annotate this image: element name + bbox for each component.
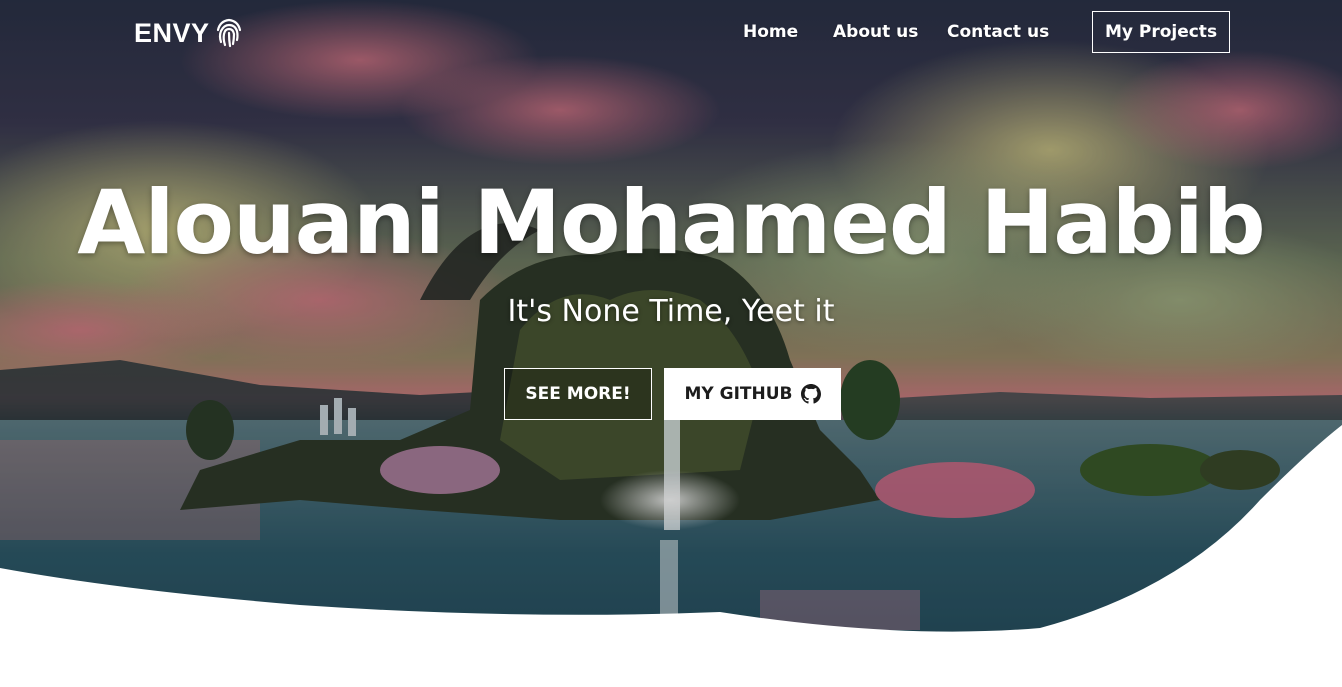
github-icon xyxy=(800,384,821,404)
see-more-label: SEE MORE! xyxy=(525,384,631,404)
see-more-button[interactable]: SEE MORE! xyxy=(504,368,652,420)
brand-name: ENVY xyxy=(134,17,210,48)
bottom-wave-divider xyxy=(0,425,1342,687)
nav-contact-us[interactable]: Contact us xyxy=(947,22,1049,42)
nav-about-us[interactable]: About us xyxy=(833,22,918,42)
top-navbar: ENVY Home About us Contact us My Project… xyxy=(0,0,1342,66)
fingerprint-icon xyxy=(216,18,241,48)
hero-section: ENVY Home About us Contact us My Project… xyxy=(0,0,1342,687)
my-projects-button[interactable]: My Projects xyxy=(1092,11,1230,53)
github-button[interactable]: MY GITHUB xyxy=(664,368,841,420)
brand-logo[interactable]: ENVY xyxy=(134,13,246,53)
hero-subtitle: It's None Time, Yeet it xyxy=(507,294,835,329)
github-button-label: MY GITHUB xyxy=(684,384,793,404)
nav-home[interactable]: Home xyxy=(743,22,798,42)
hero-title: Alouani Mohamed Habib xyxy=(77,171,1265,274)
